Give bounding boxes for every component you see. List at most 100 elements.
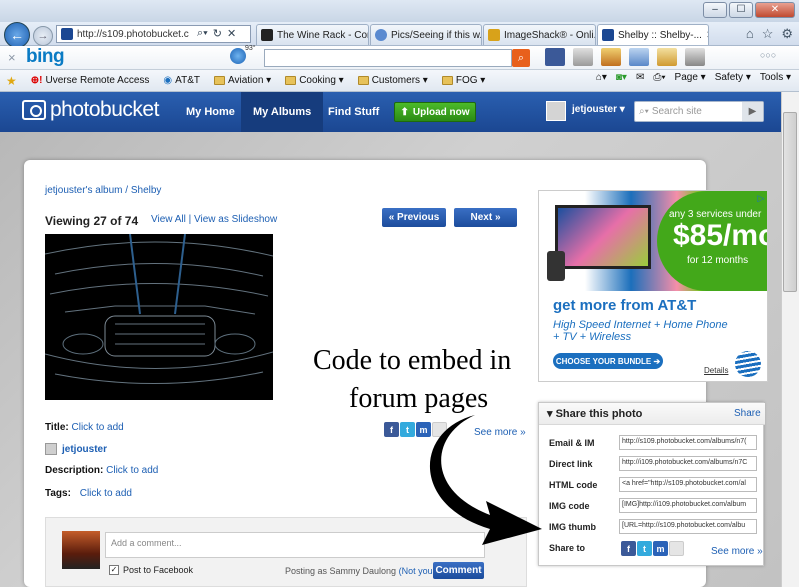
twitter-icon[interactable]: t bbox=[400, 422, 415, 437]
upload-button[interactable]: ⬆ Upload now bbox=[394, 102, 476, 122]
like-icon[interactable] bbox=[629, 48, 649, 66]
ad-details-link[interactable]: Details bbox=[704, 366, 728, 375]
search-address-icon[interactable]: ⌕▾ bbox=[197, 27, 208, 40]
fav-label: AT&T bbox=[175, 75, 200, 86]
description-line: Description: Click to add bbox=[45, 465, 158, 476]
nav-my-albums[interactable]: My Albums bbox=[241, 92, 324, 132]
bing-logo: bing bbox=[26, 46, 65, 67]
facebook-icon[interactable]: f bbox=[384, 422, 399, 437]
ad-info-icon[interactable]: ▷ bbox=[755, 193, 767, 205]
tab-wine-rack[interactable]: The Wine Rack - Con... bbox=[256, 24, 369, 45]
site-search-button[interactable]: ▶ bbox=[742, 102, 763, 121]
twitter-icon[interactable]: t bbox=[637, 541, 652, 556]
tab-close-icon[interactable]: ✕ bbox=[706, 30, 708, 41]
maximize-button[interactable]: ☐ bbox=[729, 2, 753, 18]
email-im-field[interactable]: http://s109.photobucket.com/albums/n7( bbox=[619, 435, 757, 450]
upload-label: Upload now bbox=[412, 106, 470, 118]
img-thumb-field[interactable]: [URL=http://s109.photobucket.com/albu bbox=[619, 519, 757, 534]
checkbox-icon[interactable]: ✓ bbox=[109, 565, 119, 575]
nav-my-home[interactable]: My Home bbox=[174, 92, 247, 132]
att-globe-icon bbox=[735, 351, 761, 377]
add-title-link[interactable]: Click to add bbox=[72, 422, 124, 433]
fav-label: Aviation ▾ bbox=[227, 75, 272, 86]
fav-uverse[interactable]: ⊕! Uverse Remote Access bbox=[31, 75, 150, 86]
direct-link-field[interactable]: http://i109.photobucket.com/albums/n7C bbox=[619, 456, 757, 471]
home-cmd-icon[interactable]: ⌂▾ bbox=[596, 72, 607, 83]
nav-find-stuff[interactable]: Find Stuff bbox=[316, 92, 391, 132]
feeds-icon[interactable]: ◙▾ bbox=[616, 72, 627, 83]
facebook-icon[interactable] bbox=[545, 48, 565, 66]
fav-customers[interactable]: Customers ▾ bbox=[357, 75, 428, 86]
address-text: http://s109.photobucket.c bbox=[77, 28, 189, 40]
car-photo-graphic bbox=[45, 234, 273, 400]
share-title[interactable]: ▾ Share this photo bbox=[547, 407, 642, 420]
toolbar-close-icon[interactable]: × bbox=[8, 50, 16, 65]
safety-menu[interactable]: Safety ▾ bbox=[715, 72, 751, 83]
img-code-label: IMG code bbox=[549, 501, 590, 511]
html-code-label: HTML code bbox=[549, 480, 598, 490]
email-icon[interactable] bbox=[669, 541, 684, 556]
thumbs-up-icon[interactable] bbox=[657, 48, 677, 66]
scrollbar-thumb[interactable] bbox=[783, 112, 797, 292]
previous-button[interactable]: « Previous bbox=[382, 208, 446, 227]
search-placeholder: Search site bbox=[651, 106, 702, 117]
favorites-star[interactable]: ★ bbox=[6, 74, 17, 88]
tab-label: Pics/Seeing if this w... bbox=[391, 29, 482, 41]
toolbar-more-icon[interactable]: ○○○ bbox=[760, 50, 776, 60]
home-icon[interactable]: ⌂ bbox=[746, 26, 754, 42]
stop-icon[interactable]: ✕ bbox=[227, 27, 236, 40]
user-menu[interactable]: jetjouster ▾ bbox=[572, 104, 625, 115]
tools-menu[interactable]: Tools ▾ bbox=[760, 72, 791, 83]
gear-icon[interactable]: ⚙ bbox=[781, 26, 793, 42]
bing-search-button[interactable]: ⌕ bbox=[512, 49, 530, 67]
posting-as: Posting as Sammy Daulong (Not you?) bbox=[285, 566, 441, 576]
facebook-icon[interactable]: f bbox=[621, 541, 636, 556]
print-icon[interactable]: ⎙▾ bbox=[653, 72, 665, 83]
mail-cmd-icon[interactable]: ✉ bbox=[636, 72, 644, 83]
tags-label: Tags: bbox=[45, 488, 71, 499]
next-button[interactable]: Next » bbox=[454, 208, 517, 227]
add-description-link[interactable]: Click to add bbox=[106, 465, 158, 476]
fav-aviation[interactable]: Aviation ▾ bbox=[213, 75, 272, 86]
forward-button[interactable]: → bbox=[33, 26, 53, 46]
share-link[interactable]: Share bbox=[734, 408, 761, 419]
add-tags-link[interactable]: Click to add bbox=[80, 488, 132, 499]
fav-label: Customers ▾ bbox=[371, 75, 428, 86]
att-advertisement[interactable]: ▷ any 3 services under $85/mo for 12 mon… bbox=[538, 190, 768, 382]
owner-link[interactable]: jetjouster bbox=[62, 444, 107, 455]
html-code-field[interactable]: <a href="http://s109.photobucket.com/al bbox=[619, 477, 757, 492]
tab-shelby[interactable]: Shelby :: Shelby-... ✕ bbox=[597, 24, 709, 45]
tab-imageshack[interactable]: ImageShack® - Onli... bbox=[483, 24, 596, 45]
page-menu[interactable]: Page ▾ bbox=[675, 72, 706, 83]
album-photo[interactable] bbox=[45, 234, 273, 400]
mail-icon[interactable] bbox=[601, 48, 621, 66]
weather-icon[interactable] bbox=[230, 48, 246, 64]
bing-search-input[interactable] bbox=[264, 49, 512, 67]
breadcrumb[interactable]: jetjouster's album / Shelby bbox=[45, 185, 161, 196]
logo-text: photobucket bbox=[50, 98, 159, 121]
fav-fog[interactable]: FOG ▾ bbox=[441, 75, 485, 86]
post-to-facebook[interactable]: ✓ Post to Facebook bbox=[109, 565, 193, 575]
share-see-more-link[interactable]: See more » bbox=[711, 546, 763, 557]
tab-label: The Wine Rack - Con... bbox=[277, 29, 368, 41]
tab-label: ImageShack® - Onli... bbox=[504, 29, 596, 41]
photo-title-line: Title: Click to add bbox=[45, 422, 124, 433]
film-icon[interactable] bbox=[685, 48, 705, 66]
choose-bundle-button[interactable]: CHOOSE YOUR BUNDLE ➔ bbox=[553, 353, 663, 369]
myspace-icon[interactable]: m bbox=[653, 541, 668, 556]
favorites-star-icon[interactable]: ☆ bbox=[762, 26, 774, 42]
minimize-button[interactable]: – bbox=[703, 2, 727, 18]
back-button[interactable]: ← bbox=[4, 22, 30, 48]
comment-button[interactable]: Comment bbox=[433, 562, 484, 579]
site-logo[interactable]: photobucket bbox=[22, 98, 159, 122]
tab-pics[interactable]: Pics/Seeing if this w... bbox=[370, 24, 482, 45]
view-links[interactable]: View All | View as Slideshow bbox=[151, 214, 277, 225]
img-code-field[interactable]: [IMG]http://i109.photobucket.com/album bbox=[619, 498, 757, 513]
fav-att[interactable]: ◉ AT&T bbox=[163, 75, 200, 86]
tag-icon[interactable] bbox=[573, 48, 593, 66]
fav-cooking[interactable]: Cooking ▾ bbox=[285, 75, 344, 86]
user-avatar[interactable] bbox=[546, 101, 566, 121]
close-window-button[interactable]: ✕ bbox=[755, 2, 795, 18]
refresh-icon[interactable]: ↻ bbox=[213, 27, 222, 40]
ad-subline: High Speed Internet + Home Phone + TV + … bbox=[553, 319, 728, 343]
